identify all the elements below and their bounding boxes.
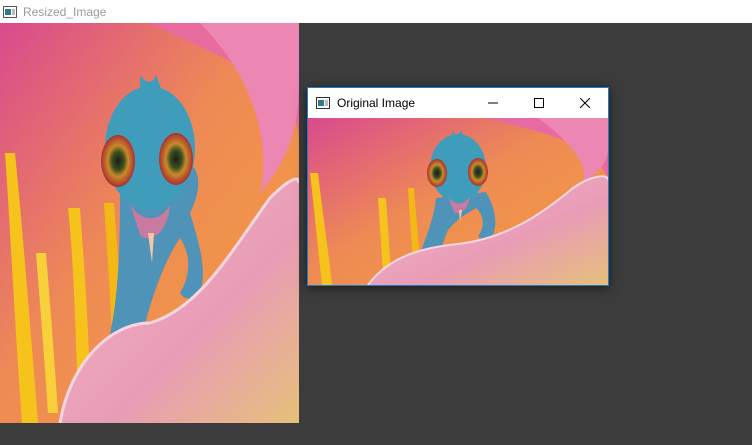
maximize-icon bbox=[534, 98, 544, 108]
minimize-icon bbox=[488, 102, 498, 104]
window-title: Original Image bbox=[337, 96, 416, 110]
close-icon bbox=[580, 98, 590, 108]
minimize-button[interactable] bbox=[470, 88, 516, 118]
window-app-icon bbox=[316, 97, 330, 109]
resized-image-canvas bbox=[0, 23, 299, 423]
original-image-canvas bbox=[308, 118, 608, 285]
maximize-button[interactable] bbox=[516, 88, 562, 118]
original-image-titlebar[interactable]: Original Image bbox=[308, 88, 608, 118]
original-image-window[interactable]: Original Image bbox=[307, 87, 609, 286]
window-app-icon bbox=[3, 5, 17, 18]
close-button[interactable] bbox=[562, 88, 608, 118]
caption-buttons bbox=[470, 88, 608, 118]
window-title: Resized_Image bbox=[23, 4, 107, 19]
resized-image-titlebar[interactable]: Resized_Image bbox=[0, 0, 752, 23]
